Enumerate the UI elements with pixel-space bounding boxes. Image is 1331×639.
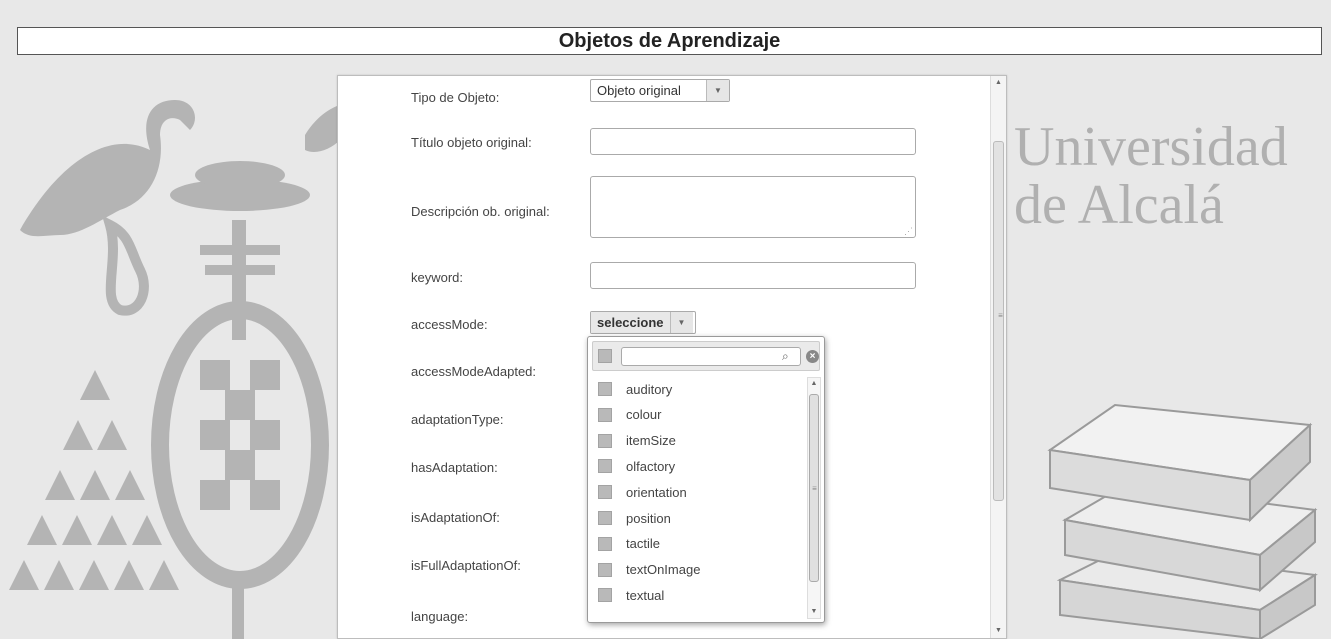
titulo-input[interactable] xyxy=(590,128,916,155)
access-mode-select[interactable]: seleccione ▼ xyxy=(590,311,696,334)
option-checkbox[interactable] xyxy=(598,562,612,577)
option-checkbox[interactable] xyxy=(598,536,612,551)
dropdown-option[interactable]: auditory xyxy=(598,379,672,399)
option-checkbox[interactable] xyxy=(598,407,612,422)
dropdown-option[interactable]: textOnImage xyxy=(598,560,700,580)
option-label: olfactory xyxy=(626,458,676,474)
language-label: language: xyxy=(411,609,469,624)
titulo-label: Título objeto original: xyxy=(411,135,532,150)
university-crest-logo xyxy=(9,100,340,639)
option-label: tactile xyxy=(626,536,660,552)
dropdown-scrollbar[interactable]: ▲ ≡ ▼ xyxy=(807,377,821,619)
dropdown-option[interactable]: olfactory xyxy=(598,456,675,476)
dropdown-search-input[interactable] xyxy=(621,347,801,366)
tipo-objeto-value: Objeto original xyxy=(597,83,681,98)
access-mode-value: seleccione xyxy=(591,312,670,333)
access-mode-adapted-label: accessModeAdapted: xyxy=(411,364,537,379)
scroll-down-icon[interactable]: ▼ xyxy=(808,607,820,617)
scroll-down-icon[interactable]: ▼ xyxy=(991,626,1006,636)
dropdown-option[interactable]: tactile xyxy=(598,534,660,554)
option-label: position xyxy=(626,510,671,526)
dropdown-option[interactable]: textual xyxy=(598,585,664,605)
tipo-objeto-label: Tipo de Objeto: xyxy=(411,90,500,105)
option-label: colour xyxy=(626,407,662,423)
chevron-down-icon[interactable]: ▼ xyxy=(706,80,729,101)
scroll-thumb[interactable]: ≡ xyxy=(993,141,1004,501)
page-title: Objetos de Aprendizaje xyxy=(17,27,1322,55)
adaptation-type-label: adaptationType: xyxy=(411,412,504,427)
scroll-up-icon[interactable]: ▲ xyxy=(991,78,1006,88)
dropdown-option[interactable]: orientation xyxy=(598,482,687,502)
books-illustration xyxy=(1047,403,1318,639)
select-all-checkbox[interactable] xyxy=(598,349,612,363)
option-checkbox[interactable] xyxy=(598,433,612,448)
option-checkbox[interactable] xyxy=(598,382,612,396)
scroll-up-icon[interactable]: ▲ xyxy=(808,379,820,389)
search-icon: ⌕ xyxy=(782,349,789,363)
chevron-down-icon[interactable]: ▼ xyxy=(669,312,693,333)
option-label: textOnImage xyxy=(626,562,701,578)
university-name: Universidad de Alcalá xyxy=(1014,118,1331,234)
keyword-label: keyword: xyxy=(411,270,464,285)
dropdown-header: ⌕ × xyxy=(592,341,820,371)
option-label: textual xyxy=(626,587,665,603)
dropdown-option[interactable]: position xyxy=(598,508,671,528)
option-checkbox[interactable] xyxy=(598,511,612,525)
is-adaptation-of-label: isAdaptationOf: xyxy=(411,510,500,525)
university-name-line1: Universidad xyxy=(1014,116,1288,178)
dropdown-option[interactable]: itemSize xyxy=(598,431,676,451)
access-mode-label: accessMode: xyxy=(411,317,488,332)
option-label: auditory xyxy=(626,381,673,397)
keyword-input[interactable] xyxy=(590,262,916,289)
option-checkbox[interactable] xyxy=(598,459,612,474)
dropdown-option[interactable]: colour xyxy=(598,405,661,425)
clear-icon[interactable]: × xyxy=(806,350,819,363)
option-checkbox[interactable] xyxy=(598,485,612,500)
option-label: orientation xyxy=(626,484,687,500)
grip-icon: ≡ xyxy=(812,484,817,493)
has-adaptation-label: hasAdaptation: xyxy=(411,460,498,475)
option-checkbox[interactable] xyxy=(598,588,612,603)
is-full-adaptation-of-label: isFullAdaptationOf: xyxy=(411,558,521,573)
access-mode-dropdown: ⌕ × auditory colour itemSize olfactory orien… xyxy=(587,336,825,623)
dropdown-option-list: auditory colour itemSize olfactory orientati… xyxy=(588,377,804,622)
descripcion-textarea[interactable]: ⋰ xyxy=(590,176,916,238)
form-scrollbar[interactable]: ▲ ≡ ▼ xyxy=(990,76,1006,638)
tipo-objeto-select[interactable]: Objeto original ▼ xyxy=(590,79,730,102)
scroll-thumb[interactable]: ≡ xyxy=(809,394,819,582)
grip-icon: ≡ xyxy=(998,311,1003,320)
resize-handle-icon[interactable]: ⋰ xyxy=(904,227,913,236)
university-name-line2: de Alcalá xyxy=(1014,174,1224,236)
descripcion-label: Descripción ob. original: xyxy=(411,204,550,219)
option-label: itemSize xyxy=(626,433,676,449)
